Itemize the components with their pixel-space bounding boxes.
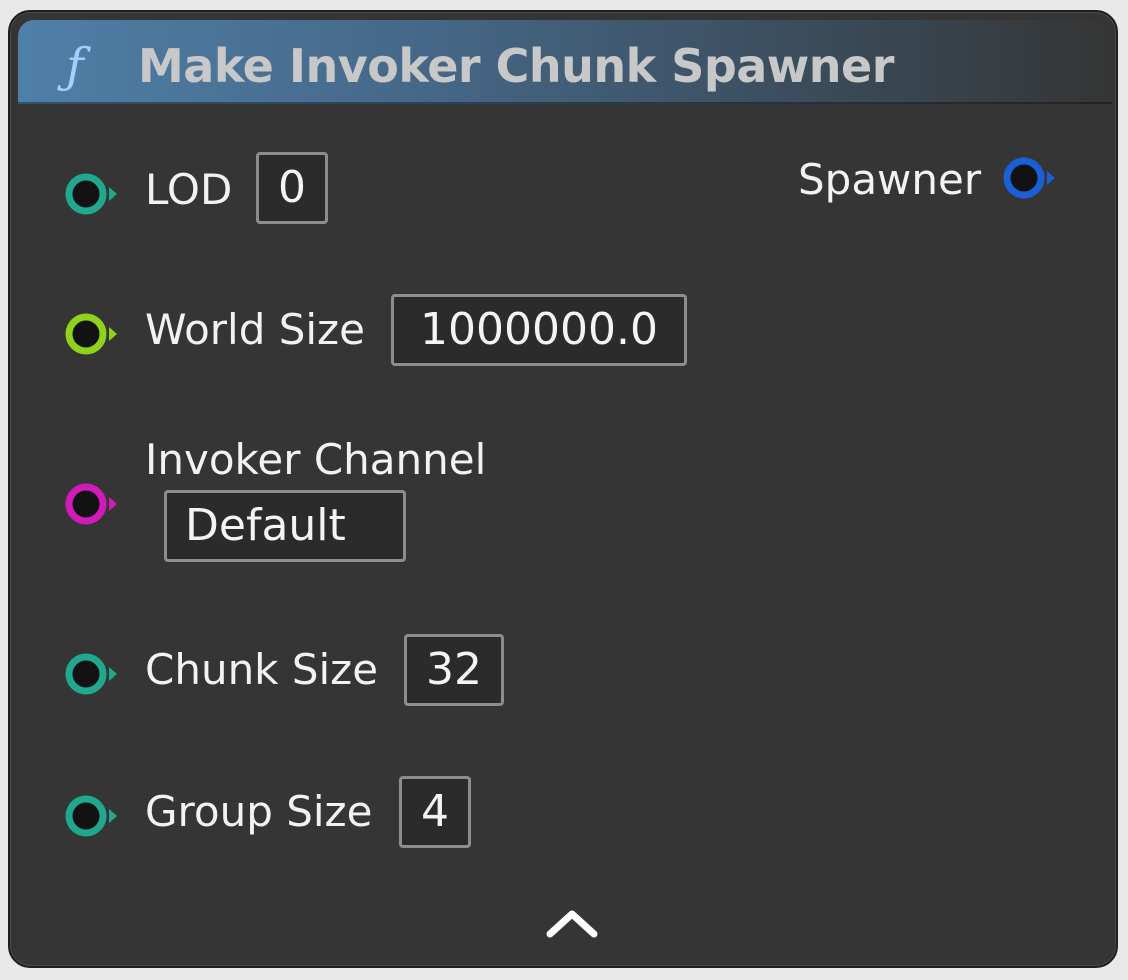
pin-icon <box>65 653 117 695</box>
spawner-output-pin[interactable] <box>1000 154 1056 202</box>
pin-icon <box>65 795 117 837</box>
group-size-value-field[interactable]: 4 <box>399 776 471 848</box>
pin-icon <box>65 173 117 215</box>
invoker-channel-input-pin[interactable] <box>62 480 118 528</box>
chunk-size-label: Chunk Size <box>145 645 379 694</box>
group-size-input-pin[interactable] <box>62 792 118 840</box>
lod-label: LOD <box>145 165 233 214</box>
pin-icon <box>65 483 117 525</box>
node-title: Make Invoker Chunk Spawner <box>138 39 894 93</box>
lod-input-pin[interactable] <box>62 170 118 218</box>
world-size-label: World Size <box>145 305 365 354</box>
pin-icon <box>1003 157 1055 199</box>
function-icon: ƒ <box>66 38 84 94</box>
group-size-label: Group Size <box>145 787 373 836</box>
pin-icon <box>65 313 117 355</box>
chevron-up-icon <box>546 910 598 938</box>
blueprint-node[interactable]: ƒ Make Invoker Chunk Spawner LOD 0 Spawn… <box>8 10 1118 968</box>
collapse-button[interactable] <box>542 904 602 944</box>
invoker-channel-label: Invoker Channel <box>145 435 487 484</box>
chunk-size-value-field[interactable]: 32 <box>404 634 504 706</box>
spawner-label: Spawner <box>798 155 982 204</box>
world-size-input-pin[interactable] <box>62 310 118 358</box>
world-size-value-field[interactable]: 1000000.0 <box>391 294 687 366</box>
lod-value-field[interactable]: 0 <box>256 152 328 224</box>
chunk-size-input-pin[interactable] <box>62 650 118 698</box>
node-header[interactable]: ƒ Make Invoker Chunk Spawner <box>18 20 1112 104</box>
invoker-channel-select[interactable]: Default <box>164 490 406 562</box>
